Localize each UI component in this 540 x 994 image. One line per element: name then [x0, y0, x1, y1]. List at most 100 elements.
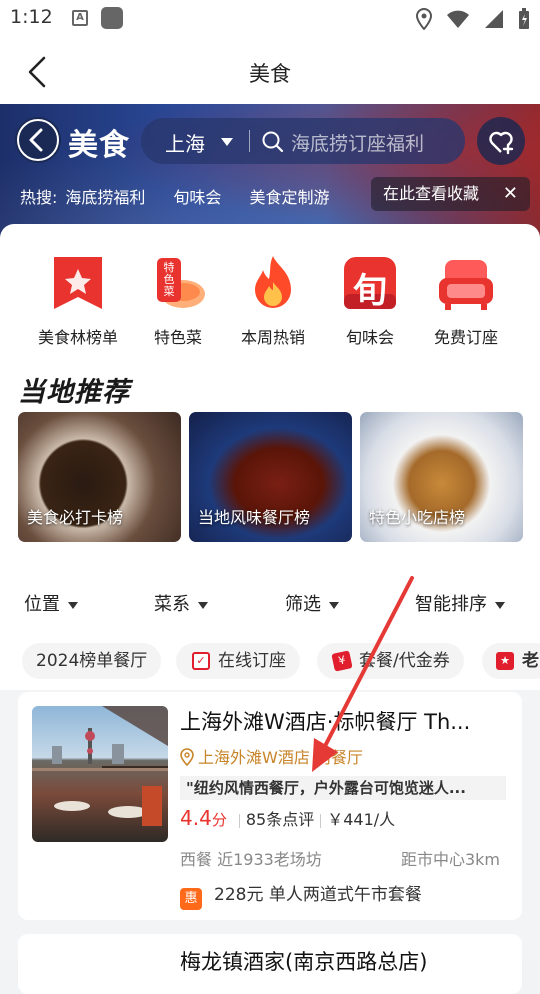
category-label: 特色菜	[153, 328, 202, 347]
chip-set-meal[interactable]: ¥ 套餐/代金券	[317, 643, 464, 679]
heart-plus-icon	[489, 131, 514, 155]
deal-text: 228元 单人两道式午市套餐	[214, 885, 422, 905]
collect-tooltip[interactable]: 在此查看收藏 ✕	[371, 177, 530, 211]
calendar-check-icon: ✓	[192, 652, 210, 670]
filter-location[interactable]: 位置	[24, 590, 78, 616]
xun-badge-icon-text: 旬	[353, 271, 387, 311]
rec-card-must-visit[interactable]: 美食必打卡榜	[18, 412, 181, 542]
section-title: 当地推荐	[18, 377, 130, 408]
city-selector[interactable]: 上海	[165, 128, 205, 157]
hot-search-item[interactable]: 海底捞福利	[65, 184, 145, 210]
hot-search-item[interactable]: 美食定制游	[249, 184, 329, 210]
xun-badge-icon: 旬	[341, 254, 399, 314]
close-icon[interactable]: ✕	[503, 177, 518, 211]
divider	[320, 813, 322, 828]
favorites-button[interactable]	[477, 117, 525, 165]
hero-back-button[interactable]	[15, 117, 61, 163]
rec-card-snack[interactable]: 特色小吃店榜	[360, 412, 523, 542]
rec-card-label: 当地风味餐厅榜	[198, 508, 311, 527]
rec-card-label: 特色小吃店榜	[369, 508, 466, 527]
location-icon	[416, 8, 432, 30]
title-bar: 美食	[0, 38, 540, 104]
special-dish-icon-text: 特色菜	[163, 261, 175, 298]
chip-old-brand[interactable]: ★ 老	[482, 643, 540, 679]
restaurant-location: 上海外滩W酒店 内餐厅	[180, 744, 363, 768]
rec-card-label: 美食必打卡榜	[27, 508, 124, 527]
search-input[interactable]: 海底捞订座福利	[291, 129, 424, 156]
category-special-dish[interactable]: 特色菜 特色菜	[128, 248, 228, 348]
page-title: 美食	[249, 62, 291, 86]
restaurant-name: 上海外滩W酒店·标帜餐厅 Th...	[180, 710, 471, 734]
filter-label: 位置	[24, 594, 60, 615]
filter-screen[interactable]: 筛选	[285, 590, 339, 616]
status-icons	[416, 8, 530, 30]
coupon-icon: ¥	[331, 650, 353, 672]
notification-a-icon: A	[72, 10, 88, 26]
restaurant-meta: 4.4分 85条点评 ￥441/人	[180, 806, 510, 834]
divider	[249, 130, 250, 152]
special-dish-icon: 特色菜	[149, 254, 207, 314]
hot-search-item[interactable]: 旬味会	[173, 184, 221, 210]
sofa-icon	[437, 254, 495, 314]
chip-label: 老	[522, 651, 539, 671]
filter-row: 位置 菜系 筛选 智能排序	[0, 590, 540, 620]
caret-down-icon	[68, 601, 78, 609]
category-weekly-hot[interactable]: 本周热销	[223, 248, 323, 348]
status-time: 1:12	[10, 6, 53, 28]
caret-down-icon	[329, 601, 339, 609]
restaurant-score: 4.4	[180, 806, 212, 830]
restaurant-quote: "纽约风情西餐厅，户外露台可饱览迷人...	[180, 776, 506, 800]
filter-label: 菜系	[154, 594, 190, 615]
category-grid: 美食林榜单 特色菜 特色菜 本周热销 旬 旬味会 免费订座	[0, 248, 540, 348]
restaurant-photo	[32, 706, 168, 842]
wifi-icon	[447, 10, 469, 28]
filter-cuisine[interactable]: 菜系	[154, 590, 208, 616]
filter-label: 智能排序	[415, 594, 487, 615]
restaurant-card-next[interactable]: 梅龙镇酒家(南京西路总店)	[18, 934, 522, 994]
rec-card-local-flavor[interactable]: 当地风味餐厅榜	[189, 412, 352, 542]
restaurant-location-text: 上海外滩W酒店 内餐厅	[198, 748, 363, 767]
chip-label: 2024榜单餐厅	[36, 651, 148, 671]
category-label: 本周热销	[240, 328, 305, 347]
caret-down-icon	[221, 138, 233, 146]
collect-tooltip-text: 在此查看收藏	[383, 184, 480, 203]
filter-label: 筛选	[285, 594, 321, 615]
battery-icon	[519, 8, 529, 29]
divider	[238, 813, 240, 828]
award-ribbon-icon	[49, 254, 107, 314]
search-bar[interactable]: 上海 海底捞订座福利	[141, 118, 465, 164]
chip-label: 在线订座	[218, 651, 286, 671]
chip-2024-rank[interactable]: 2024榜单餐厅	[22, 643, 162, 679]
category-free-booking[interactable]: 免费订座	[416, 248, 516, 348]
search-icon	[261, 130, 285, 158]
restaurant-name: 梅龙镇酒家(南京西路总店)	[180, 950, 428, 974]
category-xunwei[interactable]: 旬 旬味会	[320, 248, 420, 348]
chip-row: 2024榜单餐厅 ✓ 在线订座 ¥ 套餐/代金券 ★ 老	[0, 643, 540, 679]
category-label: 免费订座	[433, 328, 498, 347]
score-unit: 分	[211, 811, 227, 829]
old-brand-icon: ★	[496, 652, 514, 670]
price-per-person: ￥441/人	[327, 810, 396, 829]
restaurant-card[interactable]: 上海外滩W酒店·标帜餐厅 Th... 上海外滩W酒店 内餐厅 "纽约风情西餐厅，…	[18, 692, 522, 920]
restaurant-deal[interactable]: 惠 228元 单人两道式午市套餐	[180, 880, 422, 910]
caret-down-icon	[495, 601, 505, 609]
deal-badge: 惠	[180, 888, 202, 910]
review-count[interactable]: 85条点评	[246, 810, 314, 829]
hot-search-row: 热搜: 海底捞福利 旬味会 美食定制游	[20, 184, 357, 210]
status-bar: 1:12 A	[0, 0, 540, 38]
location-pin-icon	[180, 748, 194, 767]
filter-sort[interactable]: 智能排序	[415, 590, 505, 616]
chip-label: 套餐/代金券	[359, 651, 450, 671]
app-notification-icon	[101, 7, 123, 29]
hero-brand-title: 美食	[68, 128, 130, 163]
hot-search-label: 热搜:	[20, 188, 58, 207]
chip-online-booking[interactable]: ✓ 在线订座	[176, 643, 300, 679]
category-label: 美食林榜单	[37, 328, 118, 347]
category-label: 旬味会	[345, 328, 394, 347]
caret-down-icon	[198, 601, 208, 609]
flame-icon	[244, 254, 302, 314]
restaurant-distance: 距市中心3km	[400, 850, 500, 869]
signal-icon	[485, 10, 503, 28]
chevron-left-icon	[17, 119, 59, 161]
category-meishilin-rank[interactable]: 美食林榜单	[28, 248, 128, 348]
